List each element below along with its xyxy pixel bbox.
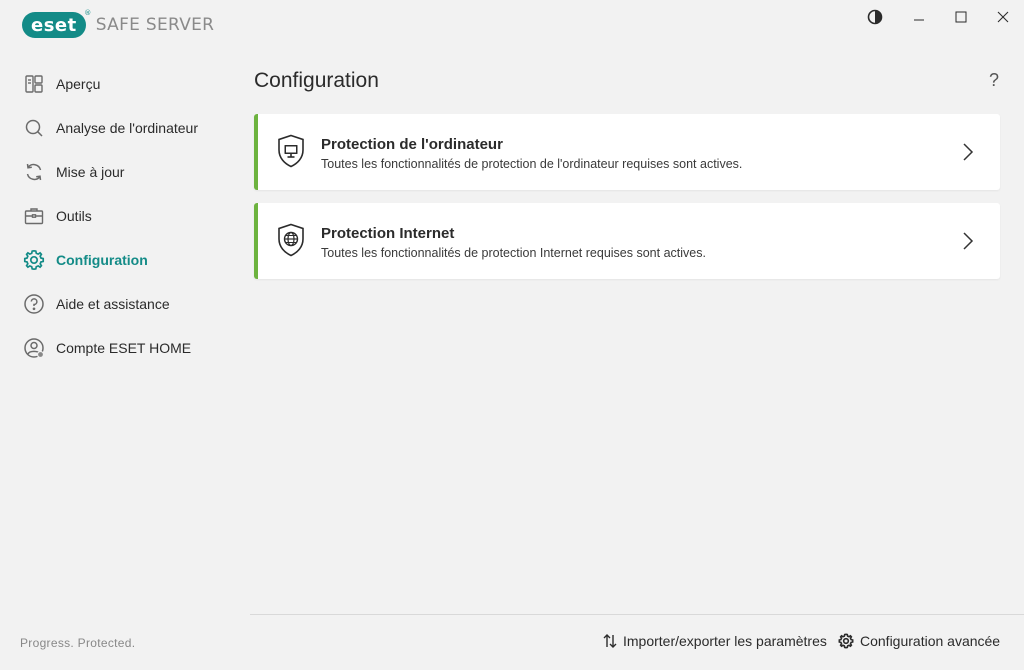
card-description: Toutes les fonctionnalités de protection… <box>321 246 706 260</box>
card-title: Protection de l'ordinateur <box>321 136 503 153</box>
import-export-button[interactable]: Importer/exporter les paramètres <box>603 633 827 649</box>
shield-globe-icon <box>277 223 305 262</box>
sidebar-item-configuration[interactable]: Configuration <box>0 238 240 282</box>
card-protection-ordinateur[interactable]: Protection de l'ordinateur Toutes les fo… <box>254 114 1000 190</box>
briefcase-icon <box>22 204 46 228</box>
gear-icon <box>838 633 854 649</box>
sidebar-item-aide[interactable]: Aide et assistance <box>0 282 240 326</box>
maximize-icon <box>955 11 967 23</box>
card-protection-internet[interactable]: Protection Internet Toutes les fonctionn… <box>254 203 1000 279</box>
sidebar-item-mise-a-jour[interactable]: Mise à jour <box>0 150 240 194</box>
tagline: Progress. Protected. <box>20 636 136 650</box>
import-export-icon <box>603 633 617 649</box>
page-title: Configuration <box>254 69 379 92</box>
sidebar-item-label: Mise à jour <box>56 164 125 180</box>
refresh-icon <box>22 160 46 184</box>
product-name: SAFE SERVER <box>95 15 215 35</box>
close-button[interactable] <box>982 0 1024 34</box>
import-export-label: Importer/exporter les paramètres <box>623 633 827 649</box>
help-button[interactable]: ? <box>984 70 1004 91</box>
sidebar-item-label: Analyse de l'ordinateur <box>56 120 198 136</box>
sidebar-item-label: Aide et assistance <box>56 296 170 312</box>
sidebar-item-analyse[interactable]: Analyse de l'ordinateur <box>0 106 240 150</box>
close-icon <box>997 11 1009 23</box>
sidebar-item-label: Aperçu <box>56 76 101 92</box>
sidebar-item-label: Configuration <box>56 252 148 268</box>
card-description: Toutes les fonctionnalités de protection… <box>321 157 743 171</box>
sidebar-item-apercu[interactable]: Aperçu <box>0 62 240 106</box>
contrast-icon <box>867 9 883 25</box>
sidebar-item-compte[interactable]: Compte ESET HOME <box>0 326 240 370</box>
advanced-setup-label: Configuration avancée <box>860 633 1001 649</box>
minimize-button[interactable] <box>898 0 940 34</box>
sidebar-item-label: Compte ESET HOME <box>56 340 192 356</box>
footer-divider <box>250 614 1024 615</box>
help-circle-icon <box>22 292 46 316</box>
window-controls <box>854 0 1024 34</box>
search-icon <box>22 116 46 140</box>
user-account-icon <box>22 336 46 360</box>
maximize-button[interactable] <box>940 0 982 34</box>
chevron-right-icon <box>962 142 974 167</box>
sidebar-nav: Aperçu Analyse de l'ordinateur Mise à jo… <box>0 62 240 370</box>
advanced-setup-button[interactable]: Configuration avancée <box>838 633 1000 649</box>
contrast-toggle-button[interactable] <box>854 0 896 34</box>
shield-monitor-icon <box>277 134 305 173</box>
chevron-right-icon <box>962 231 974 256</box>
gear-icon <box>22 248 46 272</box>
minimize-icon <box>914 19 924 21</box>
dashboard-icon <box>22 72 46 96</box>
eset-logo-mark: eset ® <box>22 9 91 38</box>
card-title: Protection Internet <box>321 225 455 242</box>
eset-logo: eset ® SAFE SERVER <box>22 9 215 38</box>
logo-text: eset <box>31 14 77 36</box>
sidebar-item-label: Outils <box>56 208 92 224</box>
sidebar-item-outils[interactable]: Outils <box>0 194 240 238</box>
logo-registered-mark: ® <box>84 9 92 17</box>
